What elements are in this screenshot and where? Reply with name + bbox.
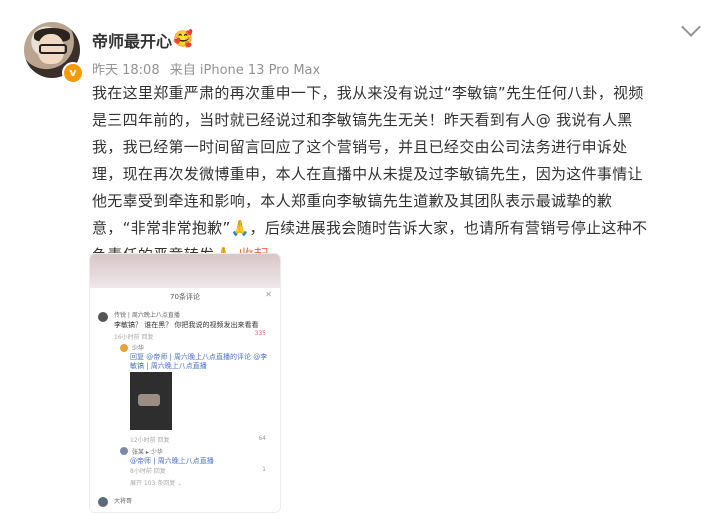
username-emoji: 🥰 <box>173 29 193 48</box>
comment-text: 李敏镐？ 谁在黑？ 你把我说的视频发出来看看 <box>114 321 259 329</box>
reply2-meta: 8小时前 回复 <box>130 468 166 475</box>
reply2-likes: 1 <box>262 466 266 473</box>
image-blurred-header <box>90 254 280 288</box>
reply-meta: 12小时前 回复 <box>130 437 170 444</box>
reply-author: 少华 <box>132 345 145 352</box>
comments-title: 70条评论 <box>170 293 200 301</box>
comment-meta: 16小时前 回复 <box>114 334 154 341</box>
comment2-author: 大将哥 <box>114 498 133 505</box>
reply-likes: 64 <box>258 435 266 442</box>
reply2-author: 张某 ▸ 少华 <box>132 449 163 456</box>
comment-likes: 335 <box>254 330 266 337</box>
verified-badge-icon: v <box>62 62 84 84</box>
reply-text: 回复 @帝师 | 周六晚上八点直播的评论 @李敏镐 | 周六晚上八点直播 <box>130 353 268 370</box>
chevron-down-icon[interactable] <box>681 17 701 37</box>
post-body: 我在这里郑重严肃的再次重申一下，我从来没有说过“李敏镐”先生任何八卦，视频是三四… <box>92 84 648 264</box>
avatar-glasses <box>39 44 67 54</box>
close-icon: ✕ <box>265 290 272 299</box>
expand-replies: 展开 103 条回复 ⌄ <box>130 480 183 487</box>
comment-avatar <box>98 312 108 322</box>
reply-video-thumbnail <box>130 372 172 430</box>
post-time[interactable]: 昨天 18:08 <box>92 63 160 78</box>
username[interactable]: 帝师最开心 <box>92 28 172 52</box>
reply-avatar <box>120 344 128 352</box>
reply2-avatar <box>120 447 128 455</box>
reply2-text: @帝师 | 周六晚上八点直播 <box>130 457 214 465</box>
comment-author: 传锐 | 周六晚上八点直播 <box>114 312 180 319</box>
post-meta: 昨天 18:08 来自 iPhone 13 Pro Max <box>92 59 326 78</box>
post-text: 我在这里郑重严肃的再次重申一下，我从来没有说过“李敏镐”先生任何八卦，视频是三四… <box>92 80 652 269</box>
post-source: 来自 iPhone 13 Pro Max <box>169 63 321 78</box>
post-image[interactable]: 70条评论 ✕ 传锐 | 周六晚上八点直播 李敏镐？ 谁在黑？ 你把我说的视频发… <box>89 253 281 513</box>
comment2-avatar <box>98 497 108 507</box>
